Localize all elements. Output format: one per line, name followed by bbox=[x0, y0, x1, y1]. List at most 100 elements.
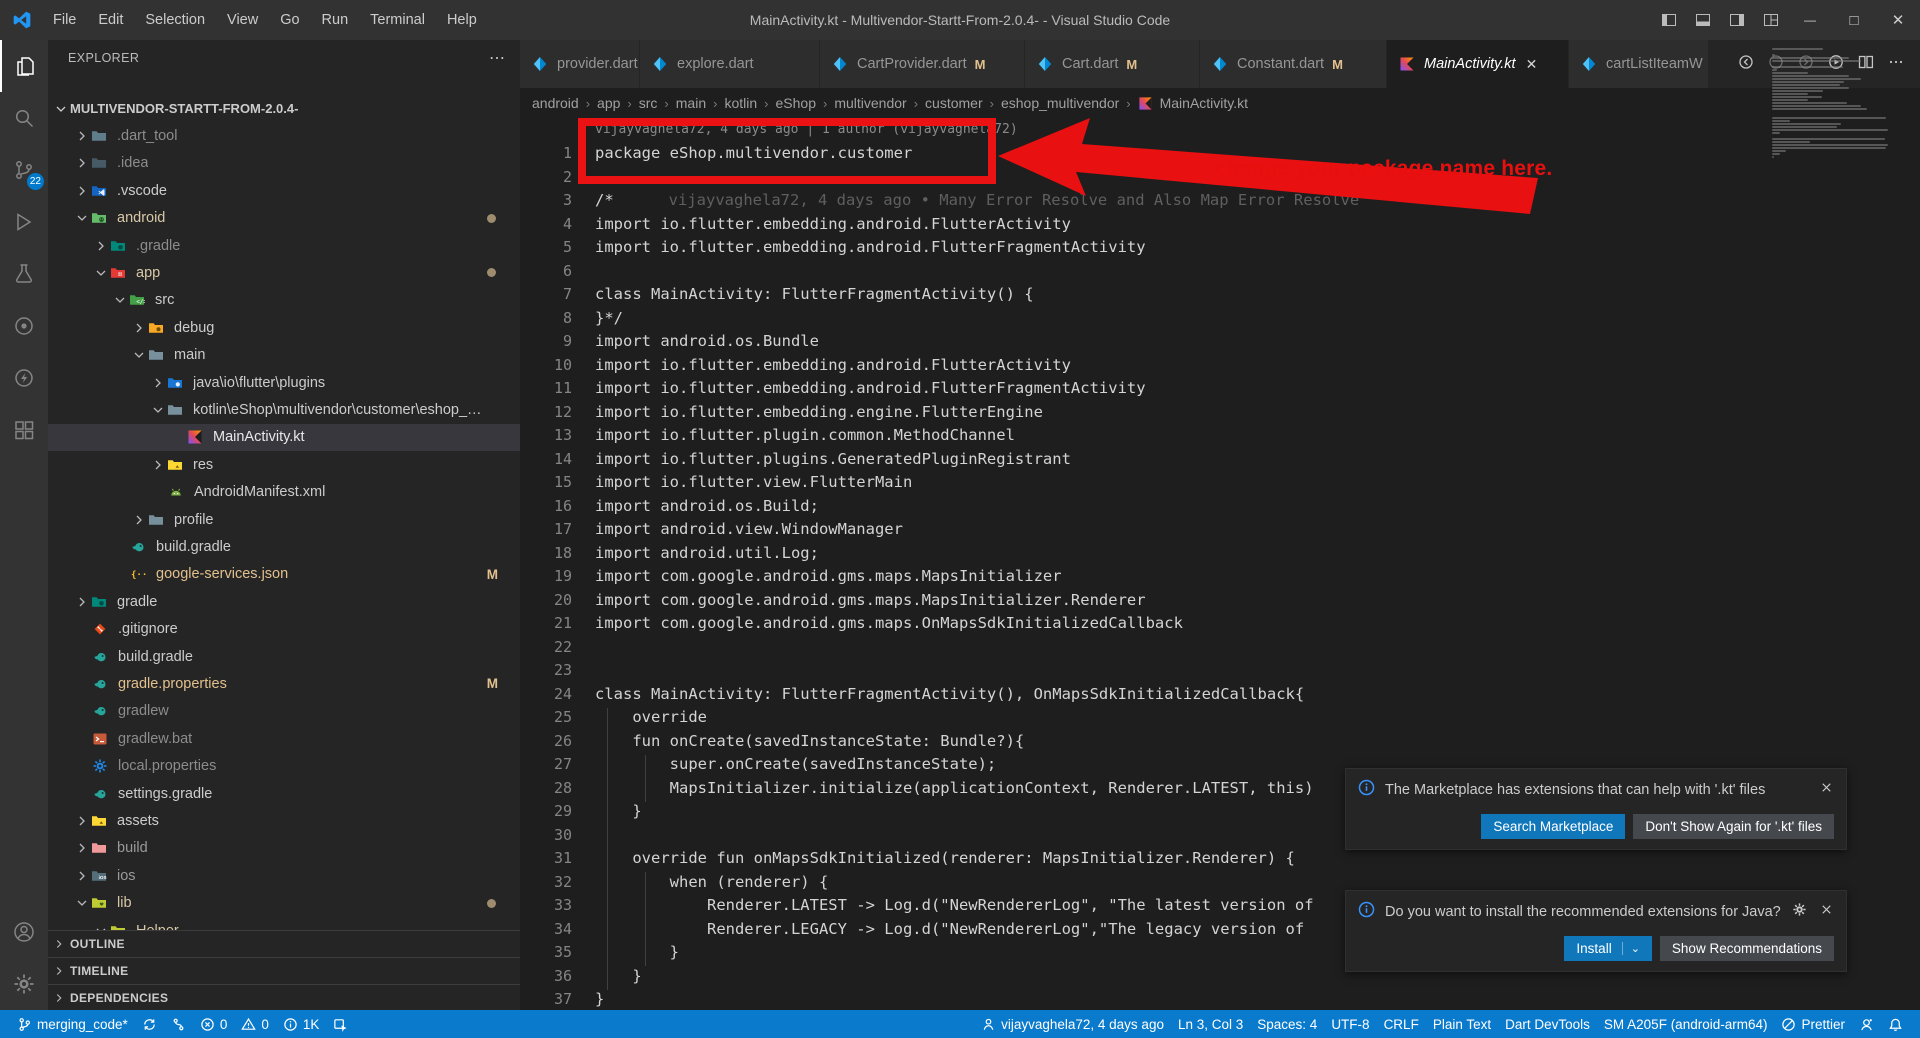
code-line[interactable]: 8 }*/ bbox=[520, 307, 1920, 331]
button-show-recommendations[interactable]: Show Recommendations bbox=[1660, 936, 1834, 961]
tree-item[interactable]: build.gradle bbox=[48, 533, 520, 560]
code-line[interactable]: 26 fun onCreate(savedInstanceState: Bund… bbox=[520, 730, 1920, 754]
button-install[interactable]: Install⌄ bbox=[1564, 936, 1652, 961]
sidebar-section-timeline[interactable]: TIMELINE bbox=[48, 957, 520, 984]
tab-explore.dart[interactable]: explore.dart bbox=[640, 40, 820, 88]
menu-selection[interactable]: Selection bbox=[136, 8, 214, 32]
button-search-marketplace[interactable]: Search Marketplace bbox=[1481, 814, 1625, 839]
tree-item[interactable]: .gradle bbox=[48, 232, 520, 259]
activity-account-icon[interactable] bbox=[0, 906, 48, 958]
nav-back-icon[interactable] bbox=[1738, 54, 1754, 75]
tree-item[interactable]: local.properties bbox=[48, 753, 520, 780]
tree-item[interactable]: gradle.propertiesM bbox=[48, 670, 520, 697]
code-line[interactable]: 23 bbox=[520, 659, 1920, 683]
breadcrumb-item[interactable]: customer bbox=[925, 95, 983, 111]
sidebar-section-dependencies[interactable]: DEPENDENCIES bbox=[48, 984, 520, 1010]
menu-edit[interactable]: Edit bbox=[89, 8, 132, 32]
tree-item[interactable]: .idea bbox=[48, 150, 520, 177]
tree-item[interactable]: .vscode bbox=[48, 177, 520, 204]
tree-item[interactable]: java\io\flutter\plugins bbox=[48, 369, 520, 396]
tree-item[interactable]: lib bbox=[48, 890, 520, 917]
code-line[interactable]: 12 import io.flutter.embedding.engine.Fl… bbox=[520, 401, 1920, 425]
toggle-sidebar-icon[interactable] bbox=[1652, 0, 1686, 40]
activity-circle-target-icon[interactable] bbox=[0, 300, 48, 352]
dropdown-chevron-icon[interactable]: ⌄ bbox=[1622, 942, 1640, 955]
code-line[interactable]: 11 import io.flutter.embedding.android.F… bbox=[520, 377, 1920, 401]
tree-item[interactable]: debug bbox=[48, 314, 520, 341]
activity-extensions-icon[interactable] bbox=[0, 404, 48, 456]
breadcrumb-item[interactable]: multivendor bbox=[834, 95, 906, 111]
explorer-more-actions-icon[interactable]: ⋯ bbox=[489, 48, 506, 68]
status-plain-text[interactable]: Plain Text bbox=[1426, 1017, 1498, 1032]
status-warning-icon[interactable]: 0 bbox=[234, 1017, 276, 1032]
status-prettier[interactable]: Prettier bbox=[1774, 1017, 1852, 1032]
button-don-t-show-again-for-kt-files[interactable]: Don't Show Again for '.kt' files bbox=[1633, 814, 1834, 839]
code-line[interactable]: 20 import com.google.android.gms.maps.Ma… bbox=[520, 589, 1920, 613]
sidebar-section-outline[interactable]: OUTLINE bbox=[48, 930, 520, 957]
tree-item[interactable]: iOS ios bbox=[48, 862, 520, 889]
tree-item[interactable]: settings.gradle bbox=[48, 780, 520, 807]
breadcrumb-item[interactable]: eShop bbox=[776, 95, 816, 111]
tree-item[interactable]: MainActivity.kt bbox=[48, 424, 520, 451]
menu-file[interactable]: File bbox=[44, 8, 85, 32]
tree-item[interactable]: gradle bbox=[48, 588, 520, 615]
tree-item[interactable]: build bbox=[48, 835, 520, 862]
tab-MainActivity.kt[interactable]: MainActivity.kt ✕ bbox=[1387, 40, 1569, 88]
tree-item[interactable]: gradlew bbox=[48, 698, 520, 725]
tree-item[interactable]: assets bbox=[48, 807, 520, 834]
code-line[interactable]: 37 } bbox=[520, 988, 1920, 1010]
activity-run-debug-icon[interactable] bbox=[0, 196, 48, 248]
minimize-icon[interactable]: — bbox=[1788, 0, 1832, 40]
code-line[interactable]: 17 import android.view.WindowManager bbox=[520, 518, 1920, 542]
breadcrumb-item[interactable]: main bbox=[676, 95, 706, 111]
code-line[interactable]: 21 import com.google.android.gms.maps.On… bbox=[520, 612, 1920, 636]
tree-item[interactable]: app bbox=[48, 259, 520, 286]
activity-lightning-icon[interactable] bbox=[0, 352, 48, 404]
status-launch-config-icon[interactable] bbox=[326, 1017, 355, 1032]
tree-item[interactable]: kotlin\eShop\multivendor\customer\eshop_… bbox=[48, 396, 520, 423]
code-line[interactable]: 25 override bbox=[520, 706, 1920, 730]
minimap[interactable] bbox=[1772, 48, 1904, 258]
breadcrumb-item[interactable]: eshop_multivendor bbox=[1001, 95, 1119, 111]
tree-item[interactable]: res bbox=[48, 451, 520, 478]
toggle-secondary-sidebar-icon[interactable] bbox=[1720, 0, 1754, 40]
code-line[interactable]: 10 import io.flutter.embedding.android.F… bbox=[520, 354, 1920, 378]
code-line[interactable]: 22 bbox=[520, 636, 1920, 660]
tree-item[interactable]: build.gradle bbox=[48, 643, 520, 670]
code-line[interactable]: 16 import android.os.Build; bbox=[520, 495, 1920, 519]
code-line[interactable]: 19 import com.google.android.gms.maps.Ma… bbox=[520, 565, 1920, 589]
tab-Cart.dart[interactable]: Cart.dart M bbox=[1025, 40, 1200, 88]
code-line[interactable]: 15 import io.flutter.view.FlutterMain bbox=[520, 471, 1920, 495]
code-line[interactable]: 31 override fun onMapsSdkInitialized(ren… bbox=[520, 847, 1920, 871]
breadcrumb-item[interactable]: src bbox=[639, 95, 658, 111]
tree-item[interactable]: profile bbox=[48, 506, 520, 533]
customize-layout-icon[interactable] bbox=[1754, 0, 1788, 40]
close-icon[interactable]: ✕ bbox=[1876, 0, 1920, 40]
menu-terminal[interactable]: Terminal bbox=[361, 8, 434, 32]
close-icon[interactable]: ✕ bbox=[1526, 56, 1538, 73]
status-error-icon[interactable]: 0 bbox=[193, 1017, 235, 1032]
activity-settings-gear-icon[interactable] bbox=[0, 958, 48, 1010]
tree-item[interactable]: android bbox=[48, 205, 520, 232]
status-vijayvaghela72-4-days-ago[interactable]: vijayvaghela72, 4 days ago bbox=[974, 1017, 1171, 1032]
status-dart-devtools[interactable]: Dart DevTools bbox=[1498, 1017, 1597, 1032]
breadcrumb-item[interactable]: kotlin bbox=[724, 95, 757, 111]
maximize-icon[interactable]: □ bbox=[1832, 0, 1876, 40]
activity-search-icon[interactable] bbox=[0, 92, 48, 144]
breadcrumb-item[interactable]: MainActivity.kt bbox=[1138, 95, 1248, 111]
menu-run[interactable]: Run bbox=[313, 8, 358, 32]
menu-view[interactable]: View bbox=[218, 8, 267, 32]
status-info-icon[interactable]: 1K bbox=[276, 1017, 327, 1032]
tree-item[interactable]: </> src bbox=[48, 287, 520, 314]
status-sync-icon[interactable] bbox=[135, 1017, 164, 1032]
code-line[interactable]: 14 import io.flutter.plugins.GeneratedPl… bbox=[520, 448, 1920, 472]
status-feedback-icon[interactable] bbox=[1852, 1017, 1881, 1032]
gear-icon[interactable] bbox=[1792, 902, 1807, 921]
tab-cartListIteamW[interactable]: cartListIteamW bbox=[1569, 40, 1709, 88]
status-bell-icon[interactable] bbox=[1881, 1017, 1910, 1032]
code-line[interactable]: 7 class MainActivity: FlutterFragmentAct… bbox=[520, 283, 1920, 307]
tree-item[interactable]: main bbox=[48, 342, 520, 369]
code-line[interactable]: 24 class MainActivity: FlutterFragmentAc… bbox=[520, 683, 1920, 707]
tree-item[interactable]: {··} google-services.jsonM bbox=[48, 561, 520, 588]
status-git-branch-icon[interactable]: merging_code* bbox=[10, 1017, 135, 1032]
